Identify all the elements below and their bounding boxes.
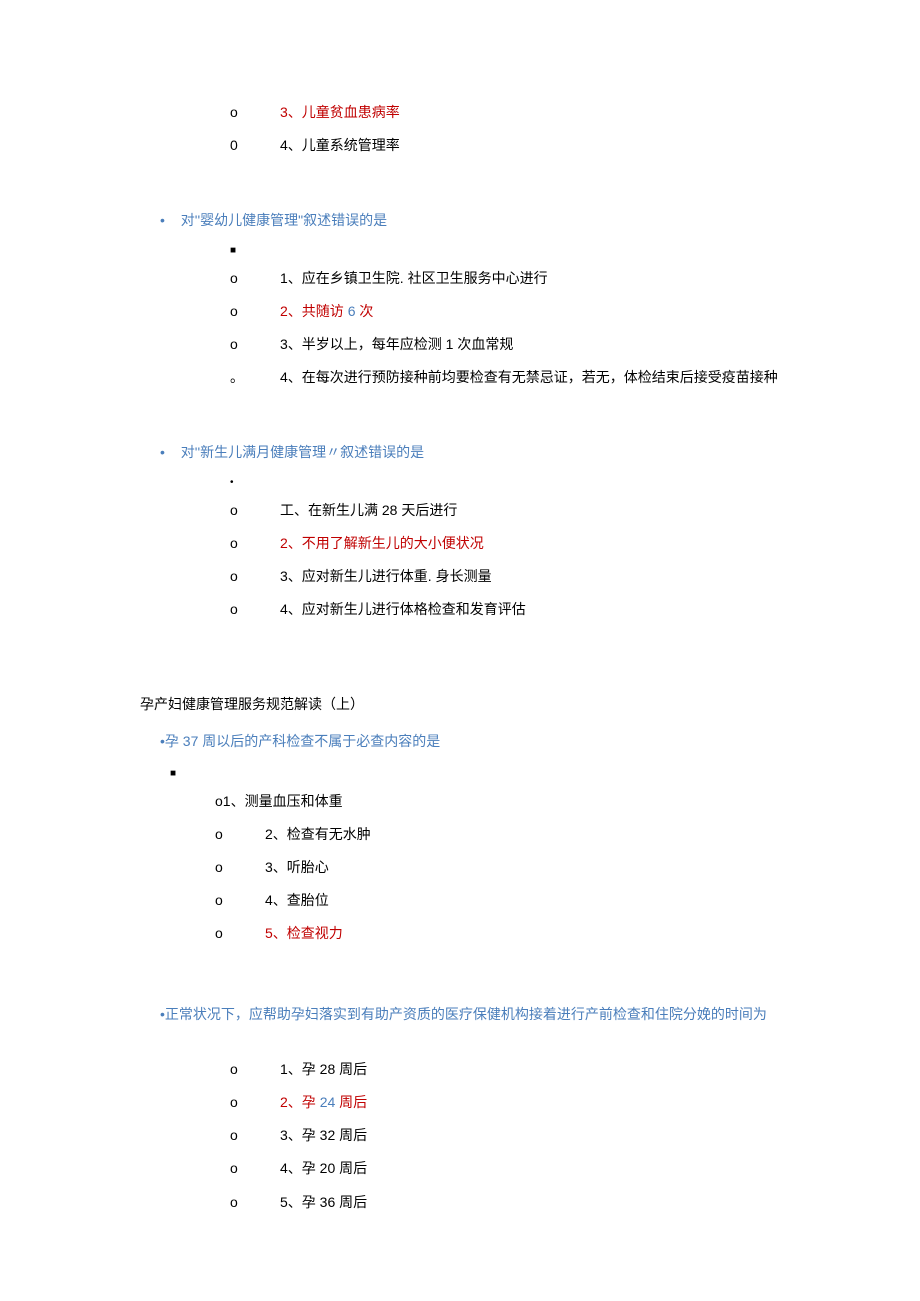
q-post: 叙述错误的是	[303, 212, 387, 228]
option-q5-1: o 1、孕 28 周后	[230, 1057, 780, 1082]
option-text: 4、儿童系统管理率	[280, 133, 400, 158]
option-text: 2、不用了解新生儿的大小便状况	[280, 531, 484, 556]
option-text: 3、半岁以上，每年应检测 1 次血常规	[280, 332, 513, 357]
bullet-o: o	[230, 597, 280, 622]
option-text: 2、孕 24 周后	[280, 1090, 367, 1115]
option-q3-1: o 工、在新生儿满 28 天后进行	[230, 498, 780, 523]
q-quote: ''婴幼儿健康管理"	[195, 212, 303, 228]
opt2-pre: 2、共随访	[280, 303, 348, 319]
option-q3-4: o 4、应对新生儿进行体格检查和发育评估	[230, 597, 780, 622]
option-text: 3、听胎心	[265, 855, 329, 880]
bullet-o: o	[230, 531, 280, 556]
option-q4-3: o 3、听胎心	[215, 855, 780, 880]
option-q2-3: o 3、半岁以上，每年应检测 1 次血常规	[230, 332, 780, 357]
option-q4-4: o 4、查胎位	[215, 888, 780, 913]
option-text: 1、应在乡镇卫生院. 社区卫生服务中心进行	[280, 266, 548, 291]
bullet-o: o	[230, 1123, 280, 1148]
option-text: o1、测量血压和体重	[215, 793, 343, 809]
bullet-0: 0	[230, 133, 280, 158]
sub-bullet-dot-icon: •	[230, 474, 780, 492]
bullet-o: o	[230, 100, 280, 125]
option-text: 4、查胎位	[265, 888, 329, 913]
option-text: 3、儿童贫血患病率	[280, 100, 400, 125]
bullet-o: o	[230, 1057, 280, 1082]
question-week37: •孕 37 周以后的产科检查不属于必查内容的是	[160, 729, 780, 754]
option-q5-4: o 4、孕 20 周后	[230, 1156, 780, 1181]
bullet-circle: 。	[230, 365, 280, 390]
question-infant-health: • 对''婴幼儿健康管理"叙述错误的是	[160, 208, 780, 233]
option-text: 4、孕 20 周后	[280, 1156, 367, 1181]
option-q4-1: o1、测量血压和体重	[215, 789, 780, 814]
bullet-o: o	[230, 266, 280, 291]
question-referral-time: •正常状况下，应帮助孕妇落实到有助产资质的医疗保健机构接着进行产前检查和住院分娩…	[160, 1002, 780, 1027]
option-q5-5: o 5、孕 36 周后	[230, 1190, 780, 1215]
question-text: 对''婴幼儿健康管理"叙述错误的是	[181, 212, 387, 228]
q-quote: ''新生儿满月健康管理〃	[195, 444, 340, 460]
sub-bullet-square-icon: ■	[230, 242, 780, 260]
opt2-num: 24	[320, 1094, 336, 1110]
option-text: 5、孕 36 周后	[280, 1190, 367, 1215]
question-newborn-month: • 对''新生儿满月健康管理〃叙述错误的是	[160, 440, 780, 465]
option-q2-2: o 2、共随访 6 次	[230, 299, 780, 324]
option-text: 2、共随访 6 次	[280, 299, 373, 324]
opt2-post: 周后	[335, 1094, 367, 1110]
q-pre: •孕	[160, 733, 183, 749]
bullet-o: o	[230, 299, 280, 324]
option-a3: o 3、儿童贫血患病率	[230, 100, 780, 125]
option-text: 4、在每次进行预防接种前均要检查有无禁忌证，若无，体检结束后接受疫苗接种	[280, 365, 778, 390]
option-text: 3、应对新生儿进行体重. 身长测量	[280, 564, 492, 589]
question-text: 对''新生儿满月健康管理〃叙述错误的是	[181, 444, 424, 460]
opt2-pre: 2、孕	[280, 1094, 320, 1110]
bullet-o: o	[230, 1090, 280, 1115]
option-text: 3、孕 32 周后	[280, 1123, 367, 1148]
q-pre: 对	[181, 212, 195, 228]
bullet-o: o	[230, 332, 280, 357]
option-a4: 0 4、儿童系统管理率	[230, 133, 780, 158]
option-q3-2: o 2、不用了解新生儿的大小便状况	[230, 531, 780, 556]
option-q2-4: 。 4、在每次进行预防接种前均要检查有无禁忌证，若无，体检结束后接受疫苗接种	[230, 365, 780, 390]
option-text: 2、检查有无水肿	[265, 822, 371, 847]
option-q4-2: o 2、检查有无水肿	[215, 822, 780, 847]
option-q4-5: o 5、检查视力	[215, 921, 780, 946]
question-text: •正常状况下，应帮助孕妇落实到有助产资质的医疗保健机构接着进行产前检查和住院分娩…	[160, 1006, 767, 1022]
option-text: 5、检查视力	[265, 921, 343, 946]
sub-bullet-square-icon: ■	[170, 765, 780, 783]
opt2-post: 次	[355, 303, 373, 319]
option-q2-1: o 1、应在乡镇卫生院. 社区卫生服务中心进行	[230, 266, 780, 291]
q-pre: 对	[181, 444, 195, 460]
question-text: •孕 37 周以后的产科检查不属于必查内容的是	[160, 733, 440, 749]
option-q3-3: o 3、应对新生儿进行体重. 身长测量	[230, 564, 780, 589]
option-text: 4、应对新生儿进行体格检查和发育评估	[280, 597, 526, 622]
q-post: 叙述错误的是	[340, 444, 424, 460]
bullet-o: o	[215, 855, 265, 880]
option-q5-3: o 3、孕 32 周后	[230, 1123, 780, 1148]
bullet-o: o	[215, 888, 265, 913]
bullet-o: o	[215, 822, 265, 847]
q-num: 37	[183, 733, 199, 749]
q-post: 周以后的产科检查不属于必查内容的是	[198, 733, 440, 749]
option-q5-2: o 2、孕 24 周后	[230, 1090, 780, 1115]
option-text: 1、孕 28 周后	[280, 1057, 367, 1082]
bullet-o: o	[230, 1156, 280, 1181]
bullet-dot-icon: •	[160, 212, 165, 228]
bullet-o: o	[215, 921, 265, 946]
bullet-o: o	[230, 564, 280, 589]
bullet-o: o	[230, 1190, 280, 1215]
option-text: 工、在新生儿满 28 天后进行	[280, 498, 457, 523]
section-title: 孕产妇健康管理服务规范解读（上）	[140, 692, 780, 717]
bullet-dot-icon: •	[160, 444, 165, 460]
bullet-o: o	[230, 498, 280, 523]
